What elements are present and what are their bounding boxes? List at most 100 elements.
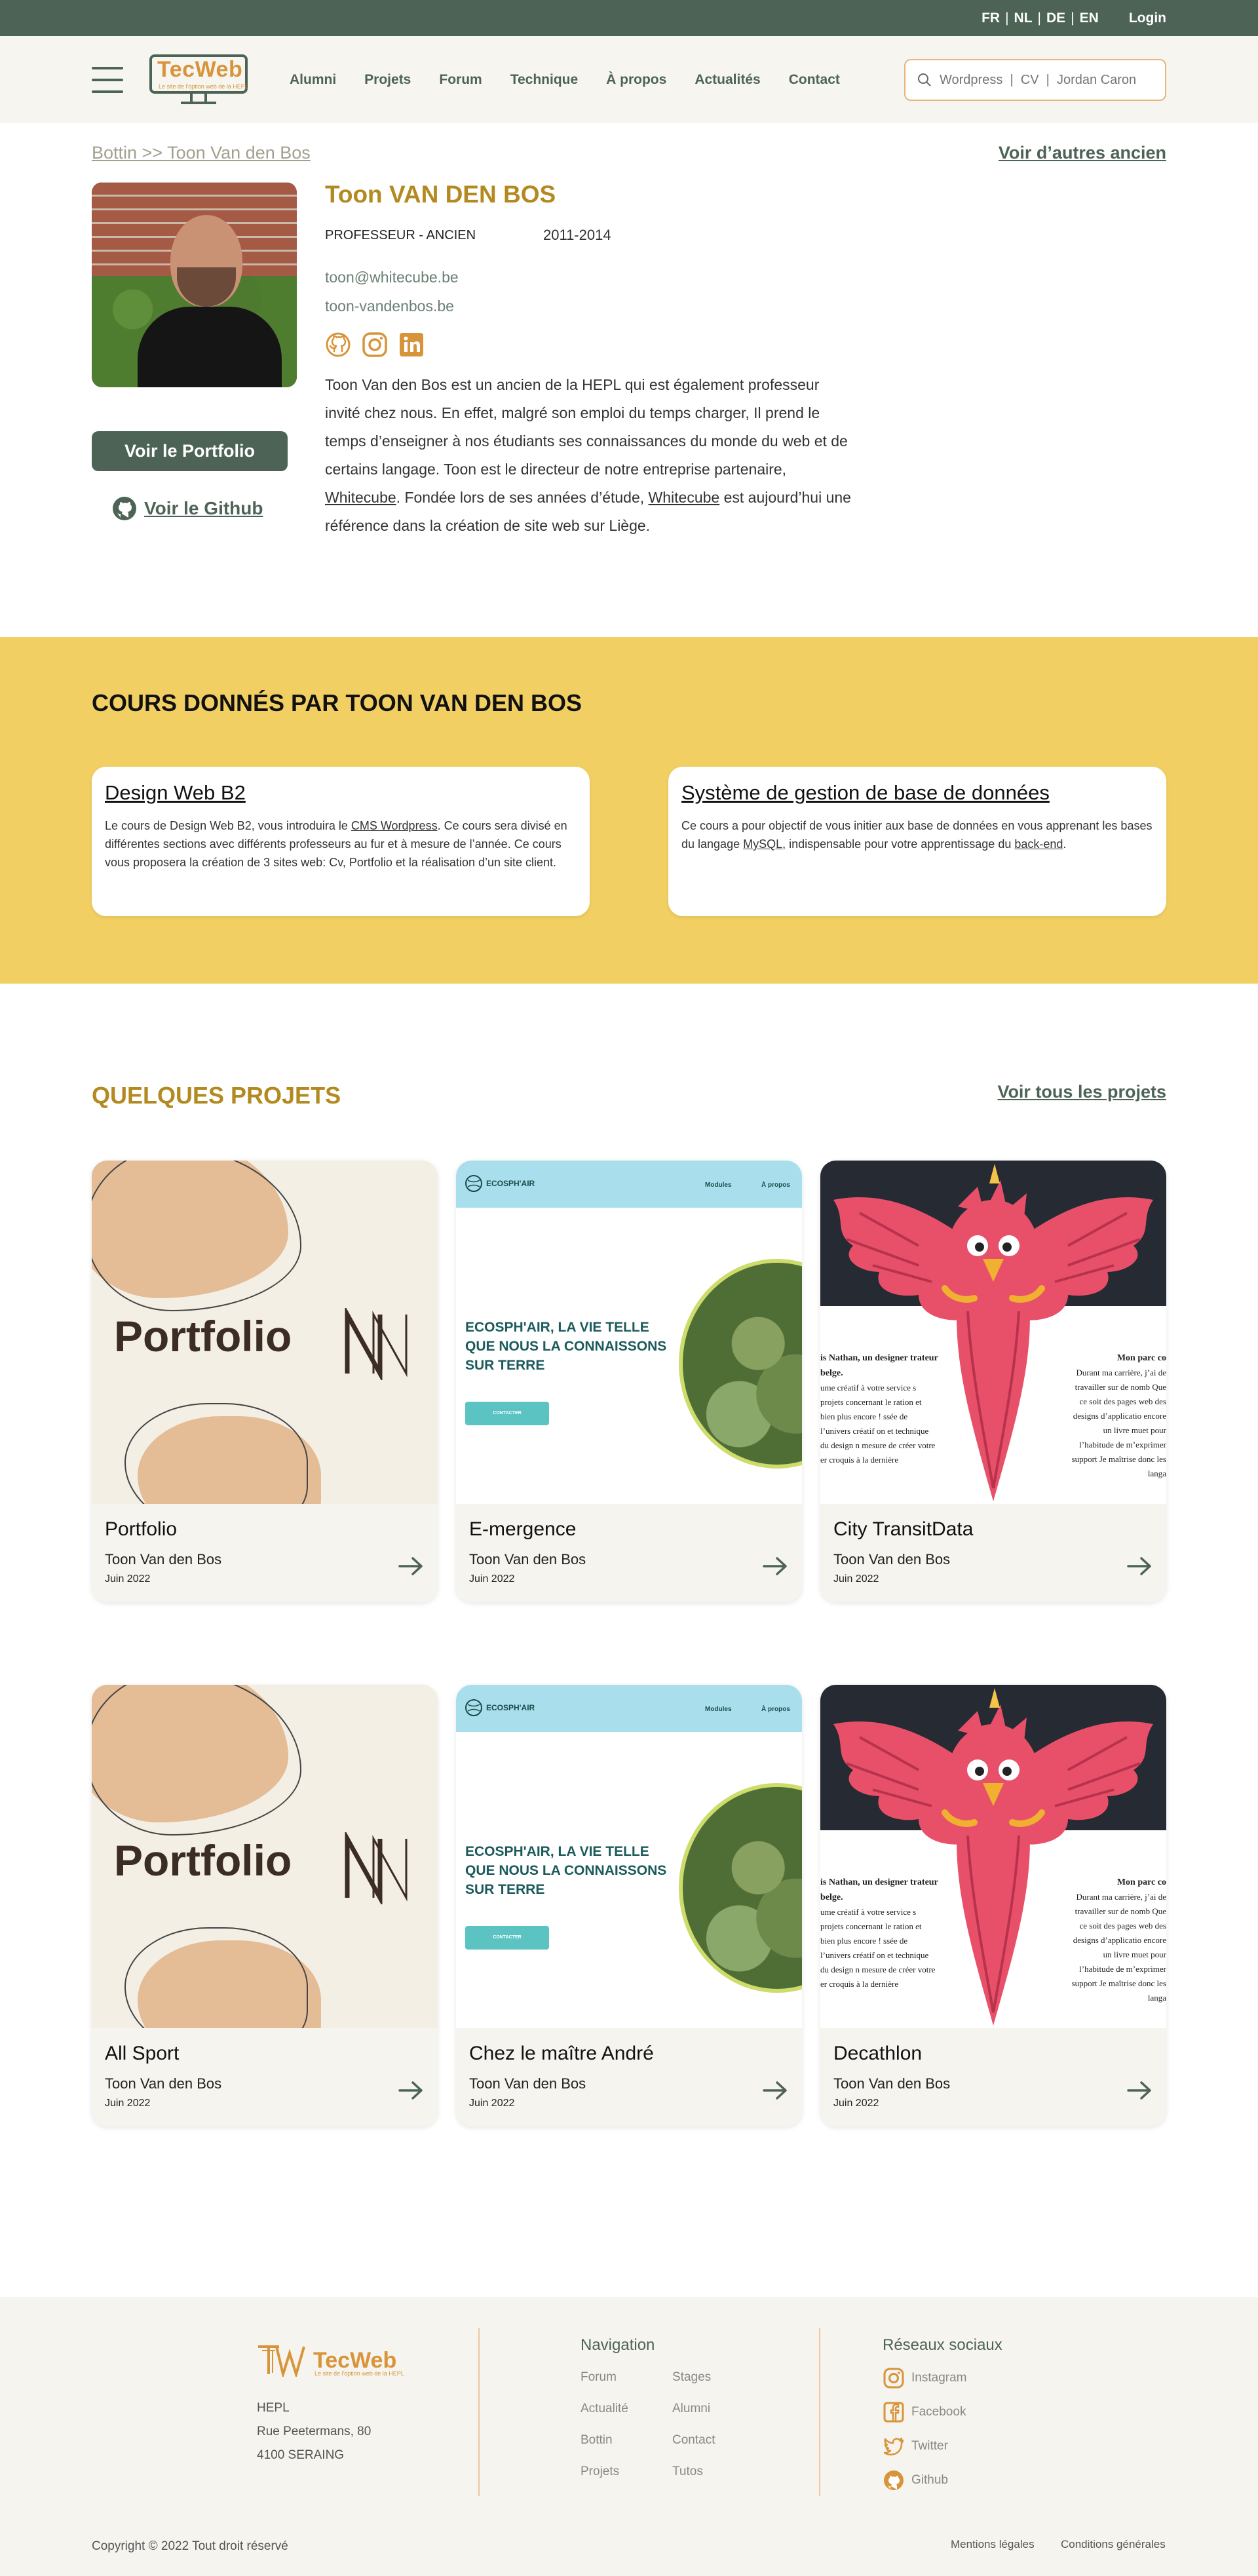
instagram-icon <box>883 2368 904 2389</box>
project-thumbnail: Portfolio <box>92 1161 438 1504</box>
project-card[interactable]: Portfolio All Sport Toon Van den Bos Juin … <box>92 1685 438 2126</box>
project-card[interactable]: is Nathan, un designer trateur belge. ume… <box>820 1685 1166 2126</box>
footer-link-contact[interactable]: Contact <box>672 2433 764 2448</box>
other-alumni-link[interactable]: Voir d’autres ancien <box>999 143 1166 163</box>
thumbnail-text: CONTACTER <box>465 1926 549 1950</box>
course-card[interactable]: Design Web B2 Le cours de Design Web B2,… <box>92 767 590 916</box>
view-github-link[interactable]: Voir le Github <box>111 495 263 522</box>
footer-link-tutos[interactable]: Tutos <box>672 2465 764 2479</box>
github-icon[interactable] <box>325 332 351 358</box>
view-portfolio-button[interactable]: Voir le Portfolio <box>92 431 288 471</box>
instagram-icon[interactable] <box>362 332 388 358</box>
profile-email-link[interactable]: toon@whitecube.be <box>325 269 459 286</box>
courses-title: COURS DONNÉS PAR TOON VAN DEN BOS <box>92 689 582 716</box>
arrow-right-icon[interactable] <box>1127 1556 1152 1576</box>
course-description: Ce cours a pour objectif de vous initier… <box>681 819 1153 851</box>
project-image: Portfolio <box>92 1685 438 2028</box>
project-card[interactable]: ECOSPH'AIR Modules À propos ECOSPH'AIR, … <box>456 1685 802 2126</box>
course-title[interactable]: Design Web B2 <box>105 781 577 805</box>
project-name: City TransitData <box>833 1518 974 1540</box>
whitecube-link[interactable]: Whitecube <box>649 489 720 506</box>
footer-logo[interactable]: TecWeb Le site de l'option web de la HEP… <box>257 2344 404 2377</box>
see-all-projects-link[interactable]: Voir tous les projets <box>997 1082 1166 1102</box>
lang-nl[interactable]: NL <box>1014 10 1033 26</box>
project-name: Portfolio <box>105 1518 178 1540</box>
footer-link-stages[interactable]: Stages <box>672 2370 764 2385</box>
project-info: City TransitData Toon Van den Bos Juin 202… <box>820 1504 1166 1602</box>
course-title[interactable]: Système de gestion de base de données <box>681 781 1153 805</box>
course-link[interactable]: back-end <box>1014 837 1063 851</box>
login-link[interactable]: Login <box>1129 10 1166 26</box>
site-logo[interactable]: TecWeb Le site de l'option web de la HEP… <box>149 52 262 108</box>
nav-actualites[interactable]: Actualités <box>695 72 760 88</box>
arrow-right-icon[interactable] <box>398 2081 423 2100</box>
project-image: ECOSPH'AIR Modules À propos ECOSPH'AIR, … <box>456 1161 802 1504</box>
language-switcher: FR | NL | DE | EN <box>982 10 1099 26</box>
footer-link-alumni[interactable]: Alumni <box>672 2402 764 2416</box>
lang-separator: | <box>1071 10 1075 26</box>
project-card[interactable]: Portfolio Portfolio Toon Van den Bos Juin … <box>92 1161 438 1602</box>
search-input[interactable] <box>940 72 1149 88</box>
github-icon <box>884 2470 904 2490</box>
breadcrumb[interactable]: Bottin >> Toon Van den Bos <box>92 143 311 163</box>
arrow-right-icon[interactable] <box>763 1556 788 1576</box>
main-header: TecWeb Le site de l'option web de la HEP… <box>0 36 1258 123</box>
profile-section: Bottin >> Toon Van den Bos Voir d’autres… <box>0 123 1258 637</box>
course-link[interactable]: MySQL <box>743 837 782 851</box>
nav-a-propos[interactable]: À propos <box>606 72 666 88</box>
profile-role: PROFESSEUR - ANCIEN <box>325 228 476 242</box>
lang-fr[interactable]: FR <box>982 10 1000 26</box>
search-box[interactable] <box>904 59 1166 101</box>
footer-social-title: Réseaux sociaux <box>883 2336 1002 2354</box>
course-link[interactable]: CMS Wordpress <box>351 819 438 832</box>
footer-link-actualite[interactable]: Actualité <box>581 2402 672 2416</box>
project-date: Juin 2022 <box>105 1573 151 1585</box>
projects-title: QUELQUES PROJETS <box>92 1082 341 1109</box>
thumbnail-text: À propos <box>761 1182 790 1189</box>
footer-social-instagram[interactable]: Instagram <box>883 2366 966 2390</box>
linkedin-icon[interactable] <box>398 332 425 358</box>
nav-projets[interactable]: Projets <box>364 72 411 88</box>
project-author: Toon Van den Bos <box>105 1551 222 1567</box>
nav-forum[interactable]: Forum <box>439 72 482 88</box>
globe-icon <box>465 1699 482 1716</box>
course-card[interactable]: Système de gestion de base de données Ce… <box>668 767 1166 916</box>
whitecube-link[interactable]: Whitecube <box>325 489 396 506</box>
project-thumbnail: is Nathan, un designer trateur belge. ume… <box>820 1685 1166 2028</box>
legal-notice-link[interactable]: Mentions légales <box>951 2538 1035 2551</box>
profile-years: 2011-2014 <box>543 227 611 243</box>
terms-link[interactable]: Conditions générales <box>1061 2538 1166 2551</box>
arrow-right-icon[interactable] <box>763 2081 788 2100</box>
nav-technique[interactable]: Technique <box>510 72 578 88</box>
thumbnail-text: Portfolio <box>114 1312 292 1360</box>
thumbnail-logo: ECOSPH'AIR <box>464 1174 535 1193</box>
projects-section: QUELQUES PROJETS Voir tous les projets P… <box>0 984 1258 2293</box>
tw-logo-icon <box>258 2345 305 2377</box>
footer-address: HEPL Rue Peetermans, 80 4100 SERAING <box>257 2401 372 2462</box>
nav-alumni[interactable]: Alumni <box>290 72 336 88</box>
main-nav: Alumni Projets Forum Technique À propos … <box>290 72 840 88</box>
mascot-bird-illustration <box>833 1688 1153 2026</box>
lang-en[interactable]: EN <box>1080 10 1099 26</box>
footer-link-projets[interactable]: Projets <box>581 2465 672 2479</box>
arrow-right-icon[interactable] <box>398 1556 423 1576</box>
lang-de[interactable]: DE <box>1046 10 1065 26</box>
project-name: Decathlon <box>833 2043 923 2064</box>
project-name: E-mergence <box>469 1518 577 1540</box>
project-date: Juin 2022 <box>469 2098 515 2109</box>
footer-social-twitter[interactable]: Twitter <box>883 2434 966 2458</box>
profile-website-link[interactable]: toon-vandenbos.be <box>325 298 454 315</box>
project-card[interactable]: is Nathan, un designer trateur belge. ume… <box>820 1161 1166 1602</box>
nav-contact[interactable]: Contact <box>789 72 840 88</box>
project-card[interactable]: ECOSPH'AIR Modules À propos ECOSPH'AIR, … <box>456 1161 802 1602</box>
footer-link-forum[interactable]: Forum <box>581 2370 672 2385</box>
footer-logo-subtitle: Le site de l'option web de la HEPL <box>314 2370 404 2377</box>
footer-social-facebook[interactable]: Facebook <box>883 2400 966 2424</box>
project-author: Toon Van den Bos <box>833 2075 951 2092</box>
arrow-right-icon[interactable] <box>1127 2081 1152 2100</box>
footer-link-bottin[interactable]: Bottin <box>581 2433 672 2448</box>
project-info: Decathlon Toon Van den Bos Juin 2022 <box>820 2028 1166 2126</box>
project-author: Toon Van den Bos <box>469 2075 586 2092</box>
footer-social-github[interactable]: Github <box>883 2469 966 2492</box>
hamburger-menu-icon[interactable] <box>92 66 123 93</box>
